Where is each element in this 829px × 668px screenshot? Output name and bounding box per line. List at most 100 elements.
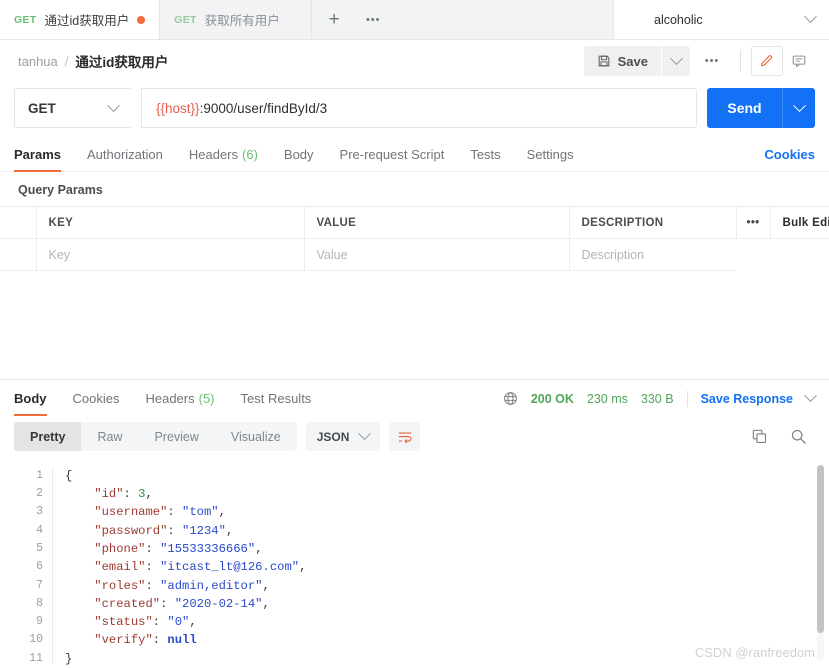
floppy-disk-icon [598,55,609,67]
new-tab-button[interactable]: + [312,0,356,39]
row-options-cell [736,239,770,271]
column-header-description: DESCRIPTION [568,206,737,239]
request-tab-1-title: 通过id获取用户 [44,14,130,28]
response-tab-headers-label: Headers [145,391,195,407]
search-icon[interactable] [790,428,807,445]
breadcrumb-request-name: 通过id获取用户 [75,55,169,70]
breadcrumb-collection[interactable]: tanhua [18,54,58,69]
line-number: 3 [36,505,43,519]
save-button-label: Save [617,53,648,69]
param-description-input[interactable]: Description [568,238,736,271]
response-tab-test-results-label: Test Results [240,391,312,407]
tab-body[interactable]: Body [284,138,314,172]
response-tab-headers[interactable]: Headers (5) [145,382,214,416]
environment-name: alcoholic [654,12,703,27]
unsaved-dot-icon [137,15,146,24]
view-mode-preview[interactable]: Preview [138,422,214,451]
tab-headers[interactable]: Headers (6) [189,138,258,172]
query-params-label: Query Params [18,183,103,197]
query-params-table: KEY VALUE DESCRIPTION ••• Bulk Edit Key … [0,206,829,271]
bulk-edit-cell: Bulk Edit [769,206,829,239]
response-section: Body Cookies Headers (5) Test Results 20… [0,378,829,668]
view-mode-raw[interactable]: Raw [81,422,138,451]
tab-authorization-label: Authorization [86,147,163,162]
response-time: 230 ms [586,391,628,406]
table-row: Key Value Description [0,238,829,271]
response-view-bar: Pretty Raw Preview Visualize JSON [0,415,829,459]
breadcrumb-bar: tanhua / 通过id获取用户 Save ••• [0,40,829,82]
request-tab-2[interactable]: GET 获取所有用户 [160,0,313,39]
response-format-select[interactable]: JSON [305,422,381,452]
params-options-icon[interactable]: ••• [735,206,771,239]
comments-button[interactable] [783,46,815,76]
copy-icon[interactable] [751,428,768,445]
request-config-tabs: Params Authorization Headers (6) Body Pr… [0,138,829,172]
line-number: 1 [36,468,43,482]
request-tab-1[interactable]: GET 通过id获取用户 [0,0,161,39]
header-divider [740,50,741,72]
line-number: 11 [29,651,43,665]
line-number: 8 [36,596,43,610]
edit-request-button[interactable] [751,46,783,76]
response-body-code[interactable]: { "id": 3, "username": "tom", "password"… [53,459,829,668]
line-number: 2 [36,487,43,501]
row-spacer-cell [770,239,829,271]
save-button[interactable]: Save [583,46,661,76]
breadcrumb-separator: / [64,53,69,69]
column-header-value: VALUE [303,206,570,239]
line-number-gutter: 1 2 3 4 5 6 7 8 9 10 11 [0,459,52,668]
request-tab-strip: GET 通过id获取用户 GET 获取所有用户 + ••• alcoholic [0,0,829,40]
line-number: 7 [36,578,43,592]
response-tab-body[interactable]: Body [14,382,47,416]
tab-params-label: Params [14,147,61,162]
column-header-key: KEY [35,206,305,239]
chevron-down-icon [792,98,806,112]
url-input[interactable]: {{host}}:9000/user/findById/3 [141,88,697,128]
response-actions [751,428,815,445]
environment-selector[interactable]: alcoholic [614,0,829,39]
chevron-down-icon[interactable] [804,389,817,403]
view-mode-pretty[interactable]: Pretty [14,422,82,452]
select-all-checkbox-cell[interactable] [0,206,37,239]
request-tab-2-title: 获取所有用户 [204,14,280,28]
request-tab-2-method: GET [174,13,197,26]
param-key-input[interactable]: Key [35,238,305,271]
line-number: 5 [36,541,43,555]
line-number: 10 [29,633,43,647]
response-size: 330 B [640,391,674,406]
request-tab-1-method: GET [14,13,37,26]
word-wrap-button[interactable] [389,422,421,452]
send-button[interactable]: Send [707,88,782,128]
save-response-button[interactable]: Save Response [701,392,793,406]
chevron-down-icon [358,427,372,441]
request-more-menu-icon[interactable]: ••• [694,46,730,76]
response-tab-cookies[interactable]: Cookies [73,382,120,416]
param-value-input[interactable]: Value [303,238,570,271]
tab-authorization[interactable]: Authorization [87,138,163,172]
response-body-viewer: 1 2 3 4 5 6 7 8 9 10 11 { "id": 3, "username": "to… [0,459,829,668]
tab-tests[interactable]: Tests [470,138,500,172]
response-tab-test-results[interactable]: Test Results [241,382,312,416]
watermark-text: CSDN @ranfreedom [694,645,815,660]
cookies-link[interactable]: Cookies [764,147,815,162]
save-options-button[interactable] [662,46,690,76]
line-number: 9 [36,615,43,629]
tab-settings[interactable]: Settings [527,138,574,172]
tabstrip-spacer [390,0,614,39]
globe-icon [503,392,517,406]
line-number: 4 [36,523,43,537]
url-path: :9000/user/findById/3 [199,100,328,116]
tab-pre-request-script-label: Pre-request Script [339,147,445,162]
status-divider [686,390,688,407]
bulk-edit-button[interactable]: Bulk Edit [783,217,829,229]
view-mode-visualize[interactable]: Visualize [215,422,297,451]
tab-overflow-menu-icon[interactable]: ••• [356,0,390,39]
send-options-button[interactable] [782,88,815,128]
response-scrollbar-thumb[interactable] [817,464,824,633]
http-method-select[interactable]: GET [14,88,131,128]
row-checkbox-cell[interactable] [0,238,37,271]
tab-params[interactable]: Params [14,138,61,172]
tab-pre-request-script[interactable]: Pre-request Script [340,138,445,172]
response-tabs: Body Cookies Headers (5) Test Results 20… [0,382,829,416]
postman-window: GET 通过id获取用户 GET 获取所有用户 + ••• alcoholic … [0,0,829,668]
